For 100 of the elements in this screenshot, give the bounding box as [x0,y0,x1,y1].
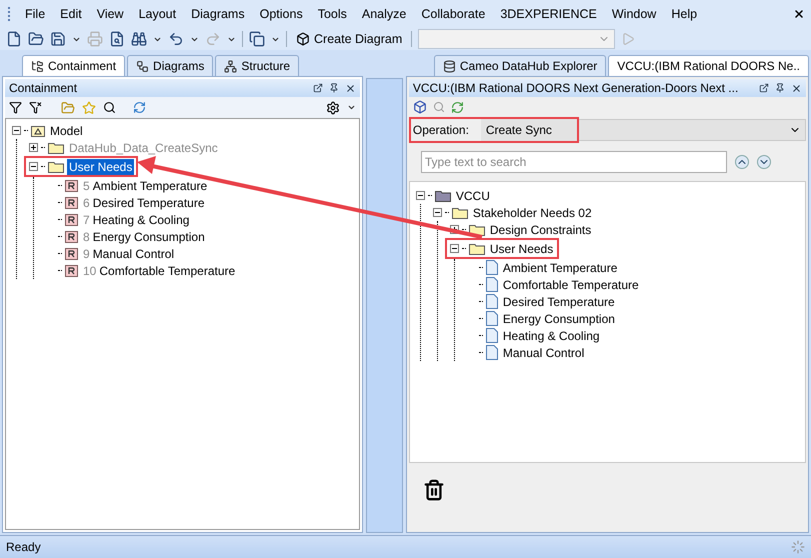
pin-icon[interactable] [775,83,785,93]
diagram-icon [296,32,310,46]
trash-icon[interactable] [422,479,445,501]
requirement-icon [65,230,78,242]
tree-item[interactable]: 7 Heating & Cooling [81,212,192,228]
tree-item[interactable]: Model [48,122,85,138]
requirement-icon [65,214,78,226]
dropdown-field[interactable] [418,29,616,49]
tree-item[interactable]: Manual Control [500,344,586,360]
menu-item[interactable]: Options [260,4,303,24]
requirement-icon [65,196,78,208]
search-icon[interactable] [103,101,116,114]
tree-item[interactable]: Stakeholder Needs 02 [470,204,594,220]
menu-item[interactable]: Diagrams [191,4,245,24]
expand-toggle[interactable] [29,143,38,152]
menu-item[interactable]: Analyze [362,4,406,24]
float-icon[interactable] [759,83,769,93]
binoculars-icon[interactable] [131,31,147,47]
document-icon [486,277,498,292]
tree-item[interactable]: 10 Comfortable Temperature [81,262,238,278]
tab-icon [31,60,44,72]
close-icon[interactable] [344,82,356,94]
document-icon [486,345,498,360]
tree-item[interactable]: 9 Manual Control [81,246,176,262]
search-field[interactable]: Type text to search [420,151,727,173]
preview-icon[interactable] [109,31,125,47]
refresh-icon[interactable] [450,100,464,114]
tree-item[interactable]: 8 Energy Consumption [81,228,207,244]
folder-icon [468,242,485,254]
document-icon [486,260,498,275]
tree-item[interactable]: Comfortable Temperature [500,276,641,292]
tab[interactable]: Diagrams [127,55,214,76]
tree-item[interactable]: VCCU [454,188,492,204]
folder-icon [48,142,64,154]
tree-item[interactable]: Heating & Cooling [500,328,602,344]
tree-item[interactable]: User Needs [67,158,134,174]
menu-item[interactable]: Edit [60,4,82,24]
tree-item[interactable]: 6 Desired Temperature [81,194,207,210]
tab[interactable]: VCCU:(IBM Rational DOORS Ne.. [608,55,809,76]
requirement-icon [65,248,78,260]
save-icon[interactable] [50,31,66,47]
undo-icon[interactable] [168,31,184,47]
tree-item[interactable]: Desired Temperature [500,294,617,310]
requirement-icon [65,264,78,276]
pin-icon[interactable] [328,83,338,93]
new-file-icon[interactable] [6,31,22,47]
menu-item[interactable]: Layout [138,4,176,24]
previous-icon[interactable] [734,155,749,169]
create-diagram-button[interactable]: Create Diagram [293,29,406,49]
folder-icon [48,160,64,172]
spinner-icon [791,540,805,554]
close-icon[interactable] [791,82,802,94]
menu-item[interactable]: View [96,4,124,24]
tree-item[interactable]: User Needs [488,240,556,256]
tree-item[interactable]: Energy Consumption [500,310,617,326]
menu-item[interactable]: 3DEXPERIENCE [500,4,597,24]
settings-icon[interactable] [326,100,340,114]
document-icon [486,328,498,343]
expand-toggle[interactable] [416,191,425,200]
menu-item[interactable]: File [25,4,46,24]
expand-toggle[interactable] [450,244,459,253]
document-icon [486,294,498,309]
copy-icon[interactable] [249,31,265,47]
next-icon[interactable] [756,155,771,169]
operation-label: Operation: [412,122,470,139]
document-icon [486,311,498,326]
folder-icon [468,224,485,236]
tab-icon [136,60,150,72]
tab-icon [224,60,238,72]
caret-icon[interactable] [346,103,356,112]
tab-icon [442,60,456,72]
float-icon[interactable] [312,83,322,93]
tab[interactable]: Cameo DataHub Explorer [434,55,606,76]
cube-icon[interactable] [412,100,427,114]
expand-toggle[interactable] [12,126,21,135]
menu-item[interactable]: Collaborate [421,4,486,24]
filter-icon[interactable] [9,101,22,114]
expand-toggle[interactable] [432,208,442,217]
folder-icon [452,206,468,218]
menu-item[interactable]: Window [612,4,656,24]
close-icon[interactable] [793,8,805,20]
folder-icon[interactable] [28,31,44,47]
star-icon[interactable] [82,100,96,114]
refresh-icon[interactable] [133,101,146,114]
panel-title: VCCU:(IBM Rational DOORS Next Generation-Doors Next ... [412,80,740,97]
tree-item[interactable]: Design Constraints [488,222,594,238]
filter-icon[interactable] [29,101,42,114]
panel-title: Containment [9,80,78,97]
tab[interactable]: Structure [215,55,300,76]
model-icon [31,124,45,136]
operation-value[interactable]: Create Sync [480,119,577,141]
requirement-icon [65,180,78,192]
menu-item[interactable]: Tools [318,4,347,24]
folder-icon [434,190,451,202]
tree-item[interactable]: 5 Ambient Temperature [81,178,210,194]
expand-toggle[interactable] [29,162,38,171]
tab[interactable]: Containment [22,55,126,76]
status-text: Ready [6,539,42,556]
menu-item[interactable]: Help [671,4,698,24]
tree-item[interactable]: Ambient Temperature [500,260,620,276]
